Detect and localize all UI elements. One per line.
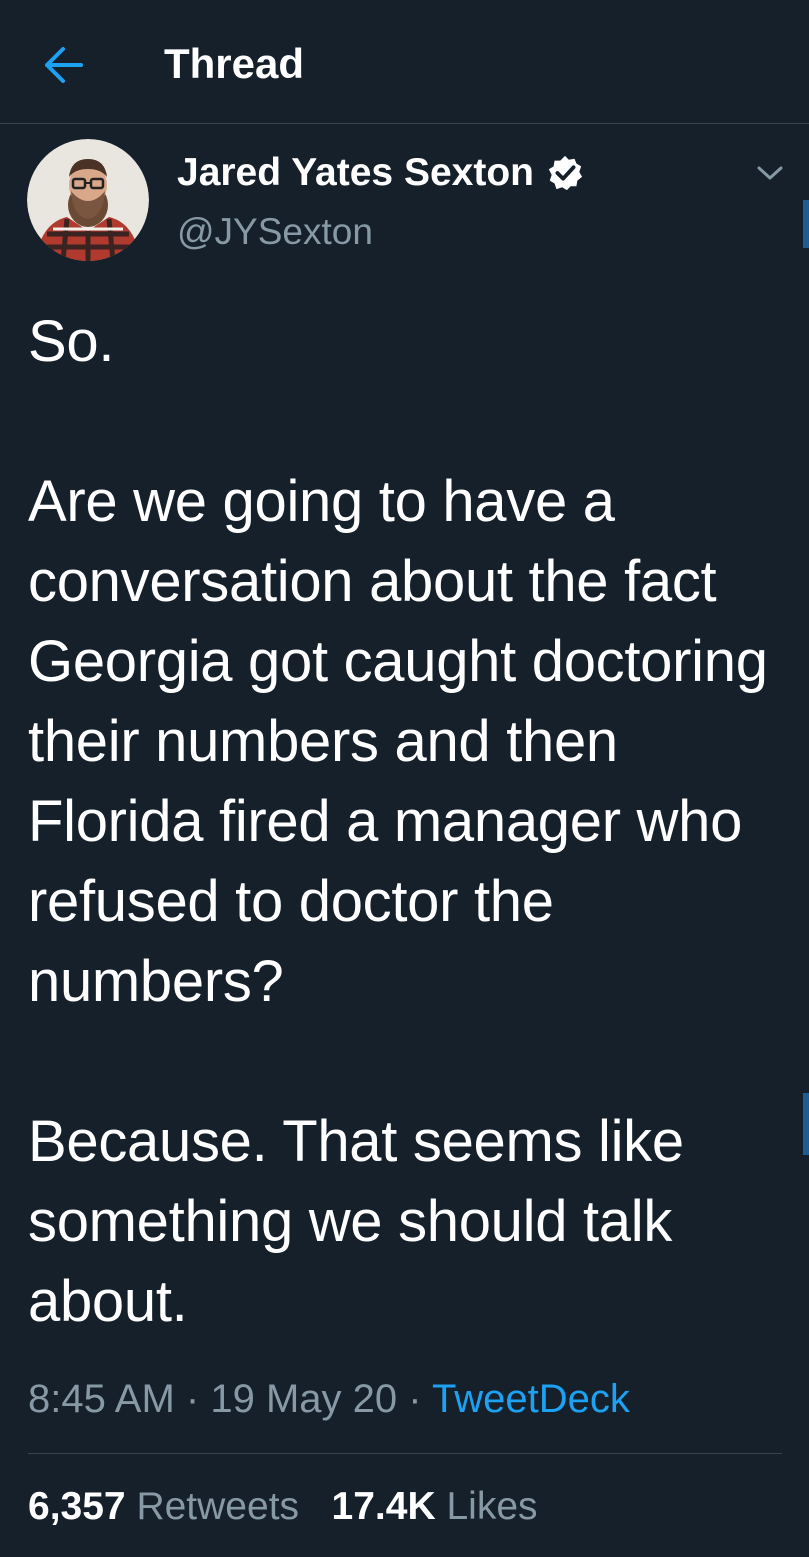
back-button[interactable] — [38, 40, 88, 90]
likes-count: 17.4K — [331, 1485, 436, 1528]
chevron-down-icon — [757, 166, 783, 180]
retweets-label: Retweets — [136, 1485, 300, 1528]
meta-separator: · — [408, 1377, 422, 1421]
tweet-source-link[interactable]: TweetDeck — [432, 1377, 630, 1421]
tweet-paragraph: So. — [28, 309, 115, 374]
likes-stat[interactable]: 17.4K Likes — [332, 1485, 538, 1528]
more-options-button[interactable] — [752, 158, 788, 188]
meta-separator: · — [185, 1377, 200, 1421]
divider — [28, 1453, 782, 1454]
tweet-meta: 8:45 AM · 19 May 20 · TweetDeck — [28, 1374, 630, 1424]
tweet-date: 19 May 20 — [210, 1377, 398, 1421]
retweets-count: 6,357 — [28, 1485, 126, 1528]
verified-badge-icon — [548, 155, 583, 191]
author-name-text: Jared Yates Sexton — [177, 151, 534, 194]
avatar-image — [27, 139, 149, 261]
retweets-stat[interactable]: 6,357 Retweets — [28, 1485, 310, 1528]
author-name[interactable]: Jared Yates Sexton — [177, 151, 584, 195]
scroll-indicator — [803, 1093, 809, 1155]
tweet-paragraph: Because. That seems like something we sh… — [28, 1109, 684, 1334]
tweet-paragraph: Are we going to have a conversation abou… — [28, 469, 768, 1014]
arrow-left-icon — [45, 47, 83, 83]
tweet-stats: 6,357 Retweets 17.4K Likes — [28, 1482, 538, 1532]
scroll-indicator — [803, 200, 809, 248]
top-bar: Thread — [0, 0, 809, 124]
tweet-time: 8:45 AM — [28, 1377, 175, 1421]
page-title: Thread — [164, 40, 305, 87]
author-handle[interactable]: @JYSexton — [177, 210, 373, 254]
tweet-text: So. Are we going to have a conversation … — [28, 302, 788, 1342]
likes-label: Likes — [446, 1485, 538, 1528]
avatar[interactable] — [27, 139, 149, 261]
